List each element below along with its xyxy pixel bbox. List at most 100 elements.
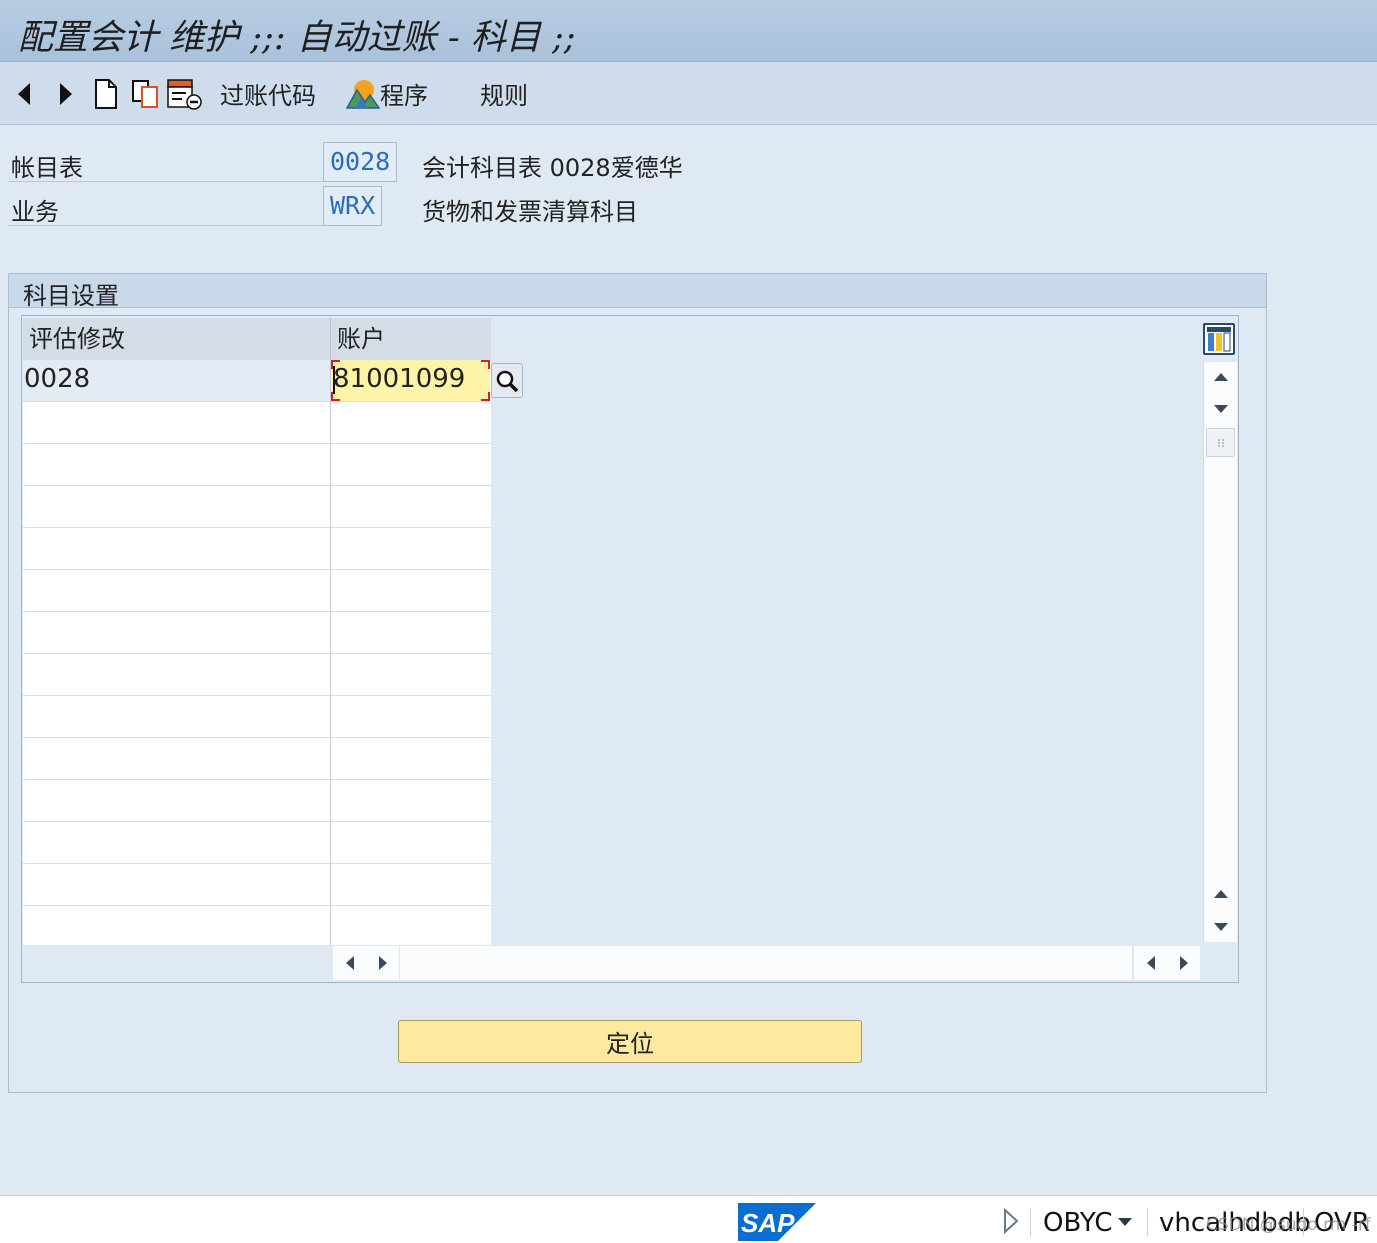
- table-row[interactable]: [23, 864, 491, 906]
- copy-as-button[interactable]: [131, 62, 161, 125]
- table-cell[interactable]: [23, 780, 331, 822]
- delete-button[interactable]: [166, 62, 202, 125]
- grip-icon: [1217, 438, 1224, 447]
- chevron-up-icon: [1214, 373, 1228, 381]
- delete-entry-icon: [167, 78, 202, 110]
- chevron-down-icon: [1118, 1218, 1132, 1226]
- scroll-up-button[interactable]: [1204, 394, 1238, 424]
- table-cell[interactable]: [23, 822, 331, 864]
- table-cell[interactable]: [331, 486, 491, 528]
- scroll-right-end-button[interactable]: [1167, 946, 1200, 980]
- transaction-underline: [8, 225, 324, 226]
- chart-of-accounts-label: 帐目表: [11, 154, 83, 182]
- table-row[interactable]: [23, 570, 491, 612]
- sap-logo: SAP: [738, 1203, 816, 1243]
- table-cell[interactable]: [23, 612, 331, 654]
- table-cell[interactable]: [331, 822, 491, 864]
- table-cell[interactable]: [23, 654, 331, 696]
- status-divider: [1030, 1208, 1031, 1236]
- table-cell[interactable]: [331, 528, 491, 570]
- transaction-field[interactable]: WRX: [323, 186, 382, 226]
- table-row[interactable]: [23, 906, 491, 945]
- position-button[interactable]: 定位: [398, 1020, 862, 1063]
- scroll-page-up-button[interactable]: [1204, 362, 1238, 392]
- scroll-right-button[interactable]: [366, 946, 399, 980]
- procedure-button[interactable]: 程序: [380, 62, 428, 125]
- table-row[interactable]: [23, 696, 491, 738]
- status-expand-icon[interactable]: [1002, 1207, 1020, 1238]
- table-cell[interactable]: [331, 696, 491, 738]
- procedure-icon-wrap[interactable]: [346, 62, 380, 125]
- procedure-icon: [346, 79, 380, 109]
- table-row[interactable]: [23, 738, 491, 780]
- new-document-icon: [95, 78, 117, 109]
- table-settings-icon: [1207, 327, 1231, 352]
- table-row[interactable]: [23, 612, 491, 654]
- table-row[interactable]: [23, 822, 491, 864]
- table-cell[interactable]: [331, 612, 491, 654]
- vertical-scrollbar[interactable]: [1203, 362, 1237, 942]
- table-cell[interactable]: [23, 528, 331, 570]
- forward-button[interactable]: [58, 62, 82, 125]
- table-row[interactable]: [23, 780, 491, 822]
- table-cell[interactable]: [331, 654, 491, 696]
- chevron-left-icon: [345, 956, 354, 970]
- table-cell[interactable]: [331, 444, 491, 486]
- chart-of-accounts-field[interactable]: 0028: [323, 142, 397, 182]
- group-title: 科目设置: [23, 282, 119, 310]
- scroll-page-down-button[interactable]: [1204, 912, 1238, 942]
- transaction-label: 业务: [11, 198, 59, 226]
- chevron-right-icon: [378, 956, 387, 970]
- account-input[interactable]: 81001099: [331, 360, 490, 401]
- table-cell[interactable]: [23, 696, 331, 738]
- table-cell[interactable]: [23, 906, 331, 945]
- transaction-dropdown[interactable]: [1117, 1212, 1133, 1231]
- new-entries-button[interactable]: [94, 62, 120, 125]
- table-row[interactable]: [23, 528, 491, 570]
- transaction-description: 货物和发票清算科目: [422, 198, 638, 226]
- back-button[interactable]: [16, 62, 40, 125]
- posting-key-button[interactable]: 过账代码: [220, 62, 316, 125]
- chevron-left-icon: [1146, 956, 1155, 970]
- group-header: 科目设置: [9, 274, 1266, 310]
- account-value: 81001099: [333, 364, 466, 394]
- table-cell[interactable]: [331, 864, 491, 906]
- scroll-left-button[interactable]: [333, 946, 366, 980]
- table-row[interactable]: [23, 444, 491, 486]
- chevron-down-icon: [1214, 923, 1228, 931]
- table-cell[interactable]: [23, 402, 331, 444]
- table-settings-button[interactable]: [1203, 323, 1235, 355]
- rules-button[interactable]: 规则: [480, 62, 528, 125]
- status-divider: [1147, 1208, 1148, 1236]
- table-row[interactable]: [23, 654, 491, 696]
- table-cell[interactable]: [23, 444, 331, 486]
- horizontal-scroll-track[interactable]: [399, 946, 1133, 980]
- chart-of-accounts-underline: [8, 181, 324, 182]
- table-cell[interactable]: [331, 906, 491, 945]
- table-cell[interactable]: [331, 402, 491, 444]
- scroll-left-end-button[interactable]: [1134, 946, 1167, 980]
- scroll-thumb[interactable]: [1206, 428, 1235, 457]
- chart-of-accounts-description: 会计科目表 0028爱德华: [422, 154, 683, 182]
- scroll-down-button[interactable]: [1204, 879, 1238, 909]
- column-header-valuation-modif[interactable]: 评估修改: [23, 318, 331, 360]
- table-cell[interactable]: [331, 570, 491, 612]
- table-cell[interactable]: [23, 486, 331, 528]
- column-header-account[interactable]: 账户: [331, 318, 491, 360]
- chevron-down-icon: [1214, 405, 1228, 413]
- value-help-button[interactable]: [491, 363, 523, 398]
- triangle-left-icon: [18, 82, 30, 105]
- table-row[interactable]: [23, 402, 491, 444]
- magnifier-icon: [496, 370, 519, 392]
- table-row[interactable]: [23, 486, 491, 528]
- column-scroll-buttons-right: [1134, 946, 1200, 980]
- table-cell[interactable]: [23, 738, 331, 780]
- table-cell[interactable]: [331, 780, 491, 822]
- table-cell[interactable]: [23, 864, 331, 906]
- watermark: CSDN @sudo rm -rf: [1206, 1215, 1371, 1235]
- table-cell[interactable]: [331, 738, 491, 780]
- triangle-right-icon: [1004, 1207, 1019, 1235]
- title-bar: 配置会计 维护 ;;: 自动过账 - 科目 ;;: [0, 0, 1377, 62]
- chevron-up-icon: [1214, 890, 1228, 898]
- table-cell[interactable]: [23, 570, 331, 612]
